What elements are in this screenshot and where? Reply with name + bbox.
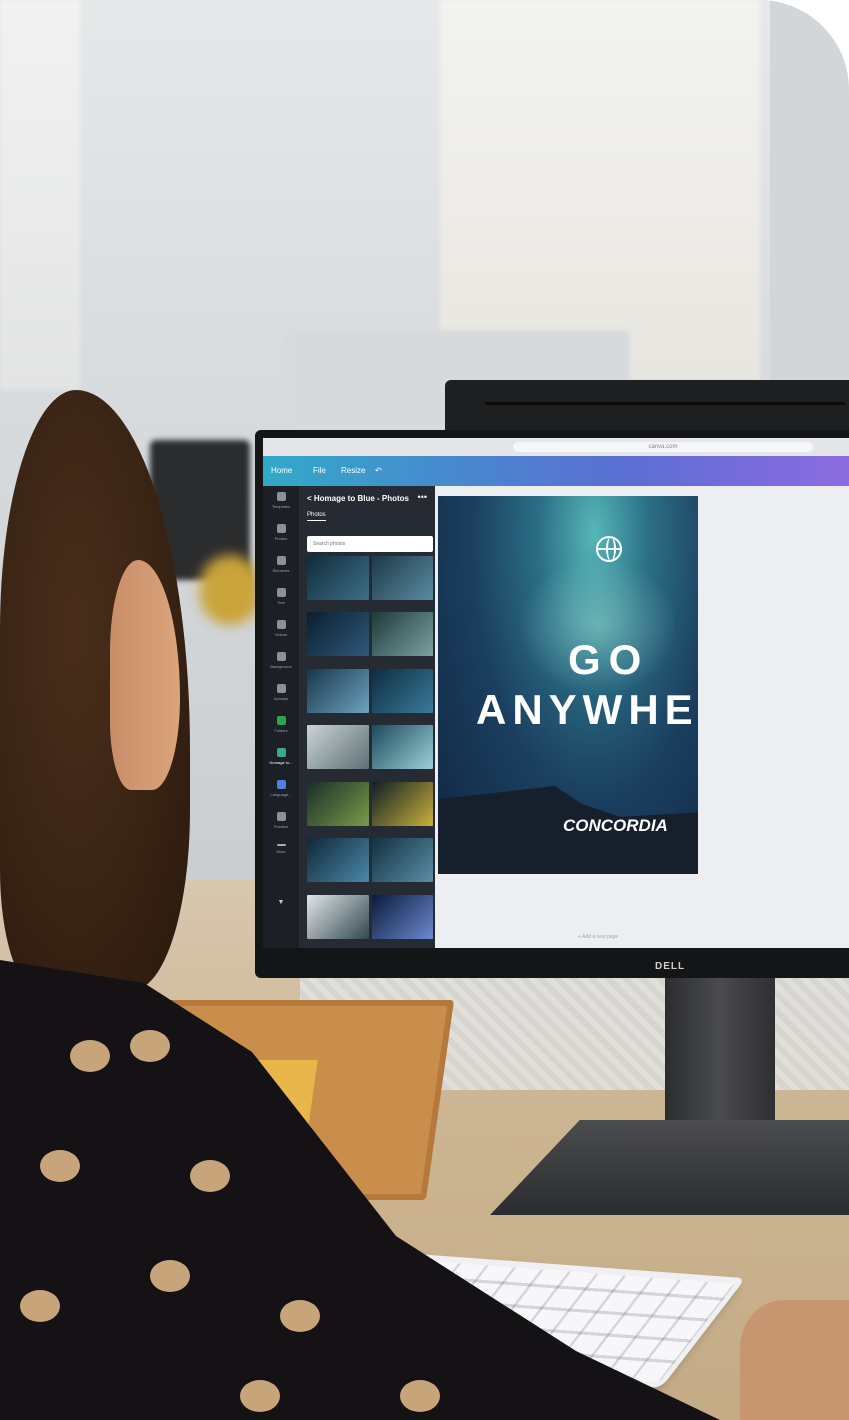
photo-grid xyxy=(307,556,433,948)
rail-item-position[interactable]: Position xyxy=(269,812,293,842)
uploads-icon xyxy=(276,684,286,693)
photos-panel: < Homage to Blue - Photos ••• Photos xyxy=(299,486,435,948)
poster-brand: CONCORDIA xyxy=(563,816,668,835)
photo-thumb[interactable] xyxy=(307,781,369,826)
office-window xyxy=(440,0,760,380)
panel-title[interactable]: < Homage to Blue - Photos xyxy=(307,494,409,503)
browser-bar: canva.com xyxy=(263,438,849,456)
monitor-logo: DELL xyxy=(655,961,686,972)
rail-item-text[interactable]: Text xyxy=(269,588,293,618)
videos-icon xyxy=(276,620,286,629)
photo-thumb[interactable] xyxy=(371,668,433,713)
more-icon xyxy=(276,844,286,846)
undo-icon[interactable]: ↶ xyxy=(375,466,382,475)
text-icon xyxy=(276,588,286,597)
rail-item-more[interactable]: More xyxy=(269,844,293,874)
photo-thumb[interactable] xyxy=(371,894,433,939)
photo-thumb[interactable] xyxy=(307,725,369,770)
photo-thumb[interactable] xyxy=(371,556,433,600)
photo-thumb[interactable] xyxy=(307,668,369,713)
poster-headline-2: ANYWHE xyxy=(476,686,698,733)
rail-item-elements[interactable]: Elements xyxy=(269,556,293,586)
photo-thumb[interactable] xyxy=(307,612,369,657)
background-icon xyxy=(276,652,286,661)
photo-thumb[interactable] xyxy=(371,612,433,657)
position-icon xyxy=(276,812,286,821)
photos-icon xyxy=(276,524,286,533)
search-input[interactable] xyxy=(307,536,433,552)
folders-icon xyxy=(276,716,286,725)
rail-item-background[interactable]: Background xyxy=(269,652,293,682)
monitor: canva.com Home File Resize ↶ Templates P… xyxy=(255,430,849,978)
rail-item-templates[interactable]: Templates xyxy=(269,492,293,522)
templates-icon xyxy=(276,492,286,501)
elements-icon xyxy=(276,556,286,565)
file-menu[interactable]: File xyxy=(313,466,326,475)
rail-item-uploads[interactable]: Uploads xyxy=(269,684,293,714)
rail-item-photos[interactable]: Photos xyxy=(269,524,293,554)
left-window xyxy=(0,0,80,390)
homage-icon xyxy=(276,748,286,757)
side-rail: Templates Photos Elements Text Videos Ba… xyxy=(263,486,299,948)
tab-photos[interactable]: Photos xyxy=(307,512,326,521)
rail-item-homage[interactable]: Homage to... xyxy=(269,748,293,778)
person-hand xyxy=(740,1300,849,1420)
wall-pillar xyxy=(770,0,849,380)
photo-thumb[interactable] xyxy=(307,838,369,883)
poster-headline-1: GO xyxy=(568,636,650,683)
photo-thumb[interactable] xyxy=(307,894,369,939)
photo-thumb[interactable] xyxy=(371,781,433,826)
monitor-screen: canva.com Home File Resize ↶ Templates P… xyxy=(263,438,849,948)
add-page-button[interactable]: + Add a new page xyxy=(578,934,618,940)
photo-thumb[interactable] xyxy=(371,725,433,770)
rail-collapse-icon[interactable]: ▼ xyxy=(269,896,293,926)
rail-item-folders[interactable]: Folders xyxy=(269,716,293,746)
app-top-bar: Home File Resize ↶ xyxy=(263,456,849,486)
panel-menu-icon[interactable]: ••• xyxy=(418,492,427,502)
poster-design[interactable]: GO ANYWHE CONCORDIA xyxy=(438,496,698,874)
resize-menu[interactable]: Resize xyxy=(341,466,365,475)
url-bar[interactable]: canva.com xyxy=(513,442,813,452)
rail-item-language[interactable]: Language... xyxy=(269,780,293,810)
home-link[interactable]: Home xyxy=(271,466,292,475)
rail-item-videos[interactable]: Videos xyxy=(269,620,293,650)
photo-thumb[interactable] xyxy=(371,838,433,883)
photo-thumb[interactable] xyxy=(307,556,369,600)
language-icon xyxy=(276,780,286,789)
globe-icon xyxy=(596,536,622,562)
photo-frame: canva.com Home File Resize ↶ Templates P… xyxy=(0,0,849,1420)
yellow-object xyxy=(200,555,260,625)
